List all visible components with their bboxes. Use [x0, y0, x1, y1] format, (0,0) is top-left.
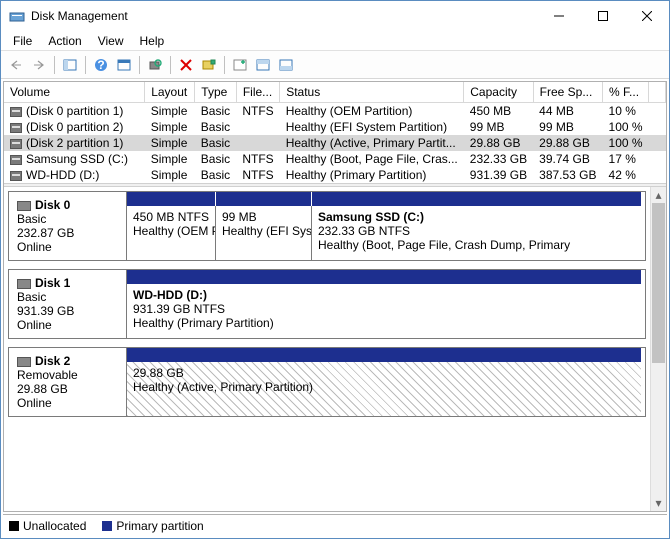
col-fs[interactable]: File... [236, 82, 279, 103]
partition-size: 99 MB [222, 210, 305, 224]
volume-row[interactable]: (Disk 2 partition 1)SimpleBasicHealthy (… [4, 135, 666, 151]
volume-row[interactable]: Samsung SSD (C:)SimpleBasicNTFSHealthy (… [4, 151, 666, 167]
content-area: Volume Layout Type File... Status Capaci… [3, 81, 667, 512]
close-button[interactable] [625, 2, 669, 30]
layout-bottom-button[interactable] [275, 54, 297, 76]
disk-graphical-view[interactable]: Disk 0 Basic 232.87 GB Online 450 MB NTF… [4, 187, 666, 511]
disk-header[interactable]: Disk 2 Removable 29.88 GB Online [9, 348, 127, 416]
drive-icon [10, 155, 22, 165]
volume-row[interactable]: WD-HDD (D:)SimpleBasicNTFSHealthy (Prima… [4, 167, 666, 183]
disk-state: Online [17, 318, 118, 332]
col-pct[interactable]: % F... [603, 82, 649, 103]
disk-header[interactable]: Disk 1 Basic 931.39 GB Online [9, 270, 127, 338]
help-button[interactable]: ? [90, 54, 112, 76]
col-volume[interactable]: Volume [4, 82, 145, 103]
toolbar: ? [1, 51, 669, 79]
partition-cell[interactable]: Samsung SSD (C:)232.33 GB NTFSHealthy (B… [311, 206, 641, 260]
partition-cell[interactable]: 29.88 GBHealthy (Active, Primary Partiti… [127, 362, 641, 416]
disk-type: Basic [17, 212, 118, 226]
partition-size: 232.33 GB NTFS [318, 224, 635, 238]
partition-cell[interactable]: 99 MBHealthy (EFI Sys [215, 206, 311, 260]
partition-status: Healthy (Active, Primary Partition) [133, 380, 635, 394]
scrollbar-thumb[interactable] [652, 203, 665, 363]
partition-status: Healthy (EFI Sys [222, 224, 305, 238]
col-type[interactable]: Type [195, 82, 237, 103]
col-status[interactable]: Status [280, 82, 464, 103]
scroll-up-arrow[interactable]: ▴ [651, 187, 666, 203]
disk-name: Disk 1 [35, 276, 70, 290]
layout-top-button[interactable] [252, 54, 274, 76]
disk-name: Disk 2 [35, 354, 70, 368]
drive-icon [10, 171, 22, 181]
menu-view[interactable]: View [90, 34, 132, 48]
partition-title: WD-HDD (D:) [133, 288, 635, 302]
format-button[interactable] [198, 54, 220, 76]
scroll-down-arrow[interactable]: ▾ [651, 495, 666, 511]
back-button [5, 54, 27, 76]
drive-icon [10, 107, 22, 117]
partition-cell[interactable]: WD-HDD (D:)931.39 GB NTFSHealthy (Primar… [127, 284, 641, 338]
properties-button[interactable] [113, 54, 135, 76]
legend-bar: Unallocated Primary partition [3, 514, 667, 536]
partition-size: 931.39 GB NTFS [133, 302, 635, 316]
disk-size: 931.39 GB [17, 304, 118, 318]
disk-type: Basic [17, 290, 118, 304]
disk-icon [17, 201, 31, 211]
partition-status: Healthy (Boot, Page File, Crash Dump, Pr… [318, 238, 635, 252]
disk-state: Online [17, 240, 118, 254]
col-layout[interactable]: Layout [145, 82, 195, 103]
menu-action[interactable]: Action [40, 34, 89, 48]
drive-icon [10, 139, 22, 149]
menu-bar: File Action View Help [1, 31, 669, 51]
menu-help[interactable]: Help [132, 34, 173, 48]
delete-button[interactable] [175, 54, 197, 76]
svg-text:?: ? [97, 58, 104, 72]
col-free[interactable]: Free Sp... [533, 82, 602, 103]
partition-size: 29.88 GB [133, 366, 635, 380]
volume-row[interactable]: (Disk 0 partition 1)SimpleBasicNTFSHealt… [4, 103, 666, 120]
show-hide-console-tree-button[interactable] [59, 54, 81, 76]
partition-status: Healthy (Primary Partition) [133, 316, 635, 330]
partition-title: Samsung SSD (C:) [318, 210, 635, 224]
minimize-button[interactable] [537, 2, 581, 30]
disk-size: 232.87 GB [17, 226, 118, 240]
disk-size: 29.88 GB [17, 382, 118, 396]
partition-status: Healthy (OEM Partitio [133, 224, 209, 238]
disk-icon [17, 279, 31, 289]
disk-state: Online [17, 396, 118, 410]
menu-file[interactable]: File [5, 34, 40, 48]
drive-icon [10, 123, 22, 133]
disk-icon [17, 357, 31, 367]
new-partition-button[interactable] [229, 54, 251, 76]
partition-size: 450 MB NTFS [133, 210, 209, 224]
app-icon [9, 8, 25, 24]
disk-row[interactable]: Disk 1 Basic 931.39 GB Online WD-HDD (D:… [8, 269, 646, 339]
window-title: Disk Management [31, 9, 537, 23]
disk-type: Removable [17, 368, 118, 382]
partition-cell[interactable]: 450 MB NTFSHealthy (OEM Partitio [127, 206, 215, 260]
legend-primary: Primary partition [102, 519, 203, 533]
disk-name: Disk 0 [35, 198, 70, 212]
forward-button [28, 54, 50, 76]
column-header-row[interactable]: Volume Layout Type File... Status Capaci… [4, 82, 666, 103]
volume-row[interactable]: (Disk 0 partition 2)SimpleBasicHealthy (… [4, 119, 666, 135]
disk-header[interactable]: Disk 0 Basic 232.87 GB Online [9, 192, 127, 260]
maximize-button[interactable] [581, 2, 625, 30]
title-bar: Disk Management [1, 1, 669, 31]
disk-row[interactable]: Disk 2 Removable 29.88 GB Online 29.88 G… [8, 347, 646, 417]
col-capacity[interactable]: Capacity [464, 82, 533, 103]
scrollbar-vertical[interactable]: ▴ ▾ [650, 187, 666, 511]
disk-row[interactable]: Disk 0 Basic 232.87 GB Online 450 MB NTF… [8, 191, 646, 261]
legend-unallocated: Unallocated [9, 519, 86, 533]
refresh-button[interactable] [144, 54, 166, 76]
volume-list[interactable]: Volume Layout Type File... Status Capaci… [4, 82, 666, 183]
